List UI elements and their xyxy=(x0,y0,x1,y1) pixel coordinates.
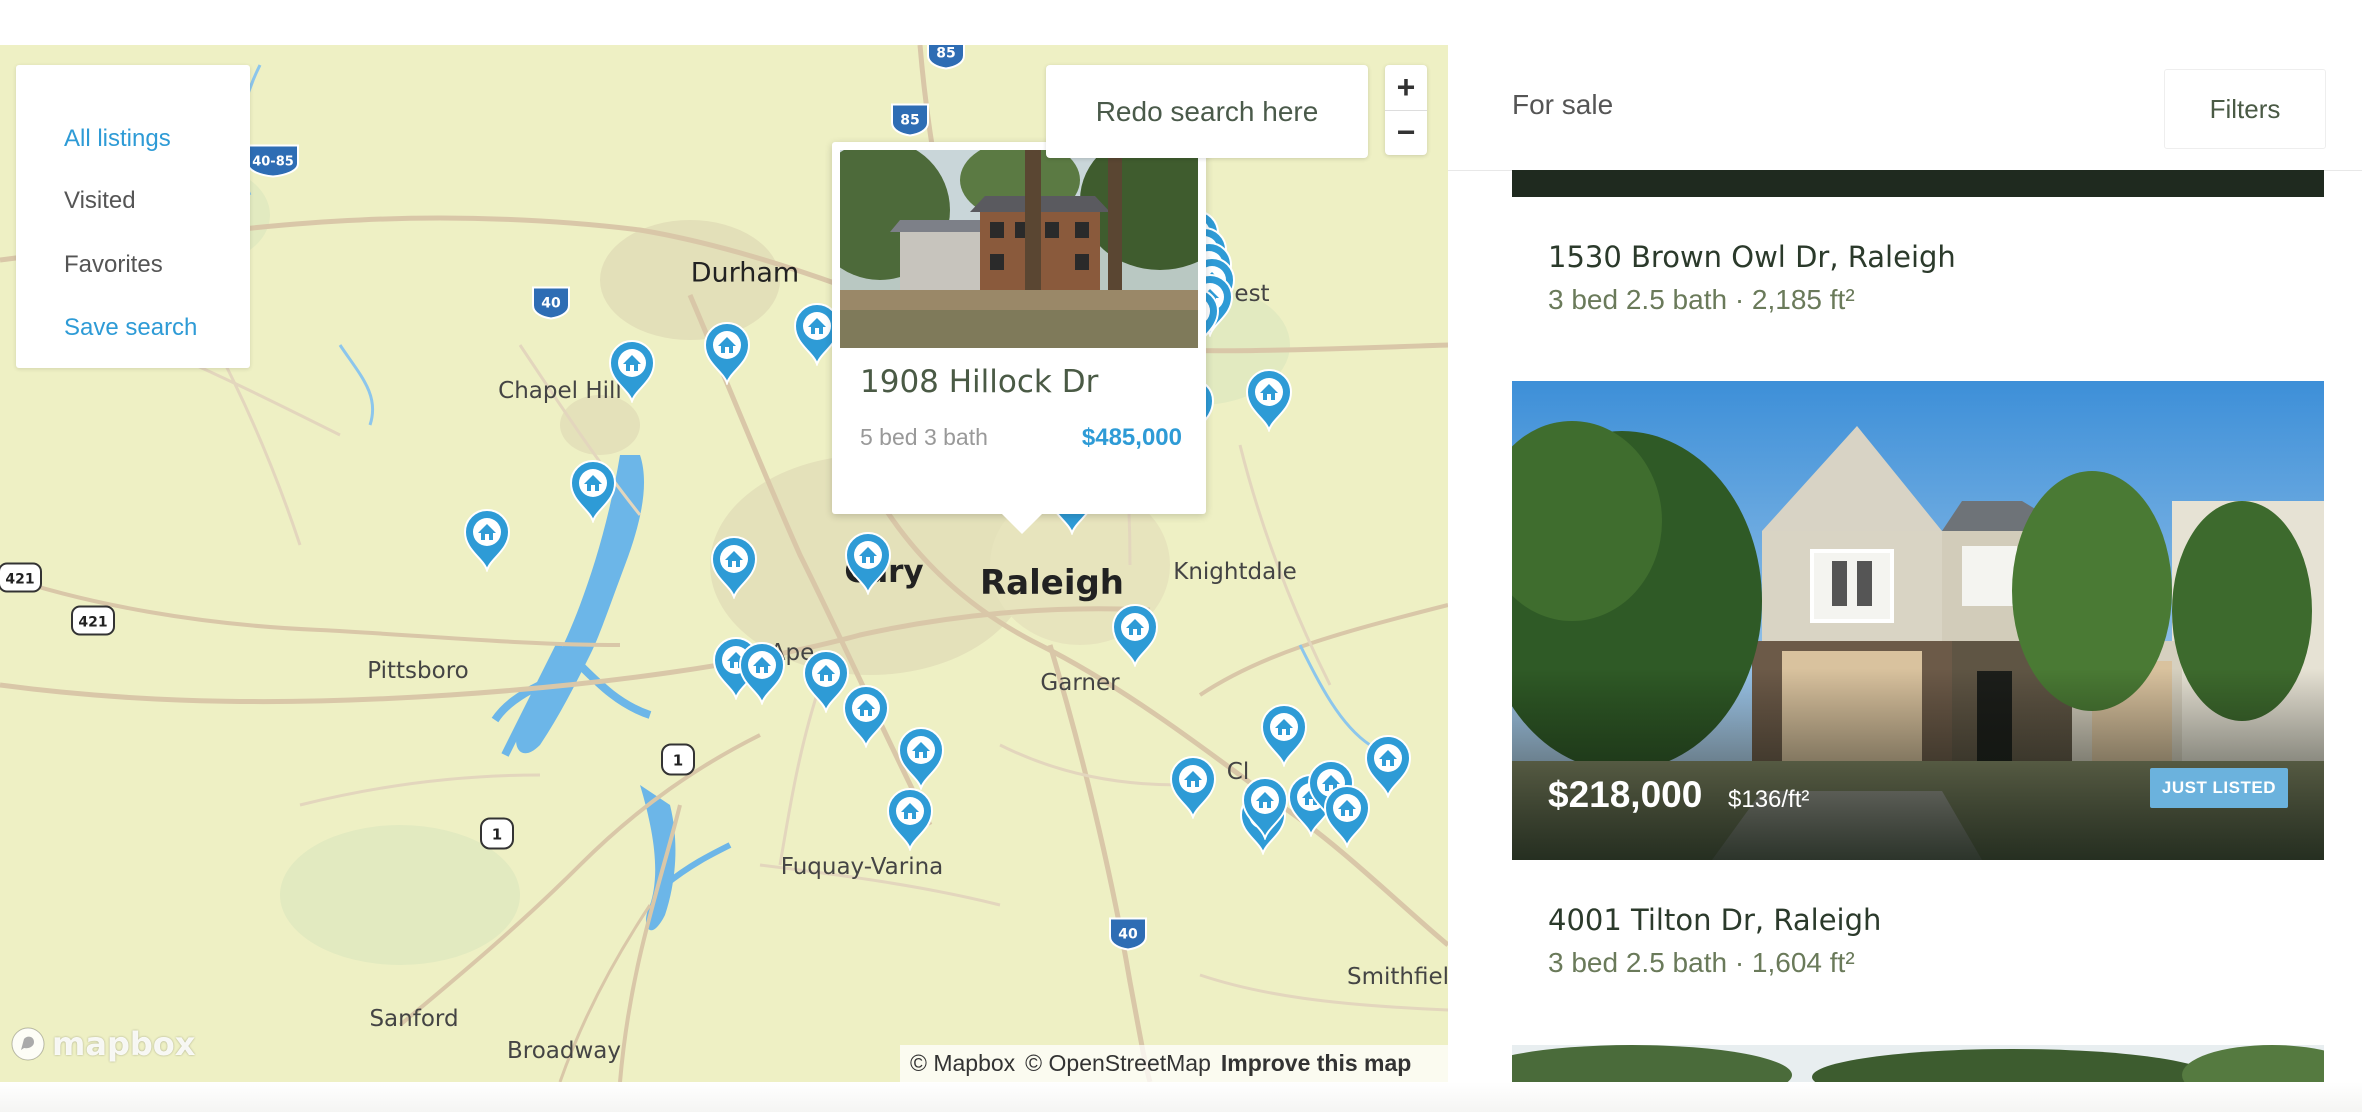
zoom-out-button[interactable]: − xyxy=(1385,110,1427,155)
listing-address-1[interactable]: 1530 Brown Owl Dr, Raleigh xyxy=(1548,240,1956,274)
city-label-pittsboro: Pittsboro xyxy=(367,658,469,684)
listing-map-pin[interactable] xyxy=(736,639,788,707)
svg-text:1: 1 xyxy=(673,752,683,770)
listing-price: $218,000 xyxy=(1548,774,1703,815)
popup-address[interactable]: 1908 Hillock Dr xyxy=(860,364,1098,400)
page-bottom-fade xyxy=(0,1082,2362,1112)
svg-text:85: 85 xyxy=(900,113,919,129)
interstate-shield-40: 40 xyxy=(531,286,571,325)
svg-text:40-85: 40-85 xyxy=(252,155,294,170)
city-label-durham: Durham xyxy=(690,257,800,289)
listing-map-pin[interactable] xyxy=(1258,701,1310,769)
listing-map-pin[interactable] xyxy=(895,724,947,792)
listing-map-pin[interactable] xyxy=(701,319,753,387)
results-header: For sale Filters xyxy=(1448,45,2362,171)
popup-beds-baths: 5 bed 3 bath xyxy=(860,424,988,450)
map[interactable]: Durham Chapel Hill Cary Raleigh Knightda… xyxy=(0,45,1448,1082)
mapbox-logo-text: mapbox xyxy=(52,1025,196,1063)
house-pin-icon xyxy=(569,460,617,525)
house-pin-icon xyxy=(897,727,945,792)
house-pin-icon xyxy=(1245,369,1293,434)
city-label-smithfield: Smithfiel xyxy=(1346,964,1448,990)
us-route-shield-421-left: 421 xyxy=(0,562,42,598)
save-search-link[interactable]: Save search xyxy=(64,314,197,342)
previous-listing-photo-edge xyxy=(1512,170,2324,197)
listing-popup[interactable]: 1908 Hillock Dr 5 bed 3 bath $485,000 xyxy=(832,142,1206,534)
svg-text:1: 1 xyxy=(492,826,502,844)
svg-text:85: 85 xyxy=(936,46,955,62)
mapbox-icon xyxy=(11,1027,45,1061)
listing-address-2[interactable]: 4001 Tilton Dr, Raleigh xyxy=(1548,903,1881,937)
just-listed-badge: JUST LISTED xyxy=(2149,768,2288,808)
popup-price: $485,000 xyxy=(1081,424,1182,451)
listing-map-pin[interactable] xyxy=(606,337,658,405)
listing-map-pin[interactable] xyxy=(1109,601,1161,669)
favorites-link[interactable]: Favorites xyxy=(64,251,163,279)
listing-map-pin[interactable] xyxy=(884,785,936,853)
house-pin-icon xyxy=(710,536,758,601)
us-route-shield-421: 421 xyxy=(71,605,115,641)
house-pin-icon xyxy=(1111,604,1159,669)
visited-link[interactable]: Visited xyxy=(64,187,136,215)
listing-map-pin[interactable] xyxy=(708,533,760,601)
zoom-control: + − xyxy=(1385,65,1427,155)
house-pin-icon xyxy=(738,642,786,707)
house-pin-icon xyxy=(1364,735,1412,800)
listing-map-pin[interactable] xyxy=(1239,774,1291,842)
house-pin-icon xyxy=(463,509,511,574)
listing-map-pin[interactable] xyxy=(840,682,892,750)
house-pin-icon xyxy=(886,788,934,853)
listing-map-pin[interactable] xyxy=(1362,732,1414,800)
svg-text:421: 421 xyxy=(5,572,34,588)
house-pin-icon xyxy=(703,322,751,387)
results-title: For sale xyxy=(1512,89,1614,120)
listing-price-per-sqft: $136/ft² xyxy=(1728,786,1810,813)
listing-map-pin[interactable] xyxy=(1167,753,1219,821)
city-label-broadway: Broadway xyxy=(506,1038,622,1064)
city-label-sanford: Sanford xyxy=(369,1006,459,1032)
house-pin-icon xyxy=(1169,756,1217,821)
mapbox-logo[interactable]: mapbox xyxy=(10,1025,195,1063)
city-label-garner: Garner xyxy=(1040,670,1120,696)
osm-credit-link[interactable]: © OpenStreetMap xyxy=(1025,1050,1211,1077)
house-pin-icon xyxy=(1241,777,1289,842)
interstate-shield-85-top: 85 xyxy=(926,45,966,75)
interstate-shield-40-85: 40-85 xyxy=(246,144,300,183)
house-pin-icon xyxy=(608,340,656,405)
city-label-raleigh: Raleigh xyxy=(979,563,1125,603)
city-label-knightdale: Knightdale xyxy=(1173,559,1297,585)
listing-map-pin[interactable] xyxy=(567,457,619,525)
listing-card-photo[interactable]: $218,000 $136/ft² JUST LISTED xyxy=(1512,381,2324,860)
interstate-shield-40-south: 40 xyxy=(1108,917,1148,956)
filters-button[interactable]: Filters xyxy=(2164,69,2326,149)
listing-photo[interactable] xyxy=(840,150,1198,348)
mapbox-credit-link[interactable]: © Mapbox xyxy=(910,1050,1015,1077)
listing-map-pin[interactable] xyxy=(842,529,894,597)
interstate-shield-85: 85 xyxy=(890,103,930,142)
listing-meta-1: 3 bed 2.5 bath · 2,185 ft² xyxy=(1548,284,1855,315)
all-listings-link[interactable]: All listings xyxy=(64,125,171,153)
next-listing-photo[interactable] xyxy=(1512,1045,2324,1082)
house-pin-icon xyxy=(844,532,892,597)
popup-arrow xyxy=(1002,514,1042,534)
map-filter-menu: All listings Visited Favorites Save sear… xyxy=(16,65,250,368)
us-route-shield-1-a: 1 xyxy=(661,743,695,781)
house-pin-icon xyxy=(842,685,890,750)
city-label-wake-forest: est xyxy=(1234,281,1270,307)
redo-search-button[interactable]: Redo search here xyxy=(1046,65,1368,158)
listing-meta-2: 3 bed 2.5 bath · 1,604 ft² xyxy=(1548,947,1855,978)
us-route-shield-1-b: 1 xyxy=(480,817,514,855)
svg-text:40: 40 xyxy=(541,296,561,312)
improve-map-link[interactable]: Improve this map xyxy=(1221,1050,1411,1077)
city-label-chapel-hill: Chapel Hill xyxy=(498,378,622,404)
listing-map-pin[interactable] xyxy=(461,506,513,574)
svg-text:40: 40 xyxy=(1118,927,1138,943)
house-pin-icon xyxy=(1260,704,1308,769)
map-attribution: © Mapbox © OpenStreetMap Improve this ma… xyxy=(900,1045,1448,1082)
zoom-in-button[interactable]: + xyxy=(1385,65,1427,111)
listing-map-pin[interactable] xyxy=(1243,366,1295,434)
svg-text:421: 421 xyxy=(78,615,107,631)
city-label-fuquay-varina: Fuquay-Varina xyxy=(780,854,944,880)
